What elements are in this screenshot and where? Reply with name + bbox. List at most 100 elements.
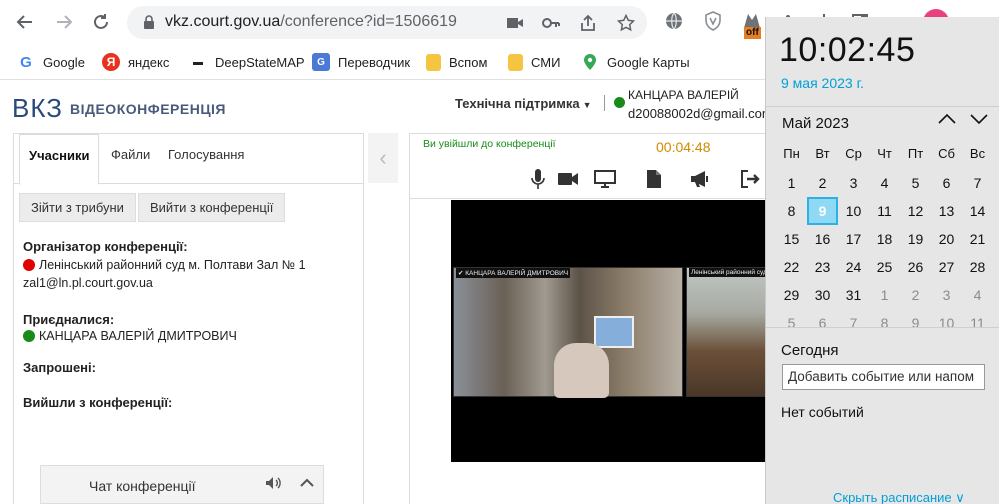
- joined-label: Приєдналися:: [23, 312, 115, 327]
- bookmark-label: Вспом: [449, 54, 488, 70]
- participants-panel: Учасники Файли Голосування Зійти з трибу…: [13, 133, 364, 504]
- calendar-day[interactable]: 14: [962, 197, 993, 225]
- calendar-day-next-month[interactable]: 1: [869, 281, 900, 309]
- calendar-day[interactable]: 8: [776, 197, 807, 225]
- calendar-day[interactable]: 17: [838, 225, 869, 253]
- calendar-day[interactable]: 4: [869, 169, 900, 197]
- user-email: d20088002d@gmail.com: [628, 106, 773, 121]
- calendar-day[interactable]: 18: [869, 225, 900, 253]
- microphone-icon[interactable]: [526, 167, 550, 191]
- calendar-day[interactable]: 22: [776, 253, 807, 281]
- bookmark-google[interactable]: G Google: [17, 52, 85, 72]
- megaphone-icon[interactable]: [688, 167, 712, 191]
- chevron-up-icon[interactable]: [938, 112, 956, 130]
- calendar-day[interactable]: 29: [776, 281, 807, 309]
- calendar-divider: [766, 106, 999, 107]
- tab-participants[interactable]: Учасники: [19, 134, 100, 185]
- calendar-month[interactable]: Май 2023: [782, 115, 849, 132]
- support-menu[interactable]: Технічна підтримка ▼: [455, 96, 592, 111]
- calendar-day[interactable]: 28: [962, 253, 993, 281]
- calendar-day-next-month[interactable]: 2: [900, 281, 931, 309]
- chevron-up-icon[interactable]: [300, 475, 314, 491]
- key-icon[interactable]: [541, 13, 561, 33]
- bookmark-deepstatemap[interactable]: ▬ DeepStateMAP: [189, 52, 305, 72]
- calendar-day[interactable]: 31: [838, 281, 869, 309]
- add-event-input[interactable]: Добавить событие или напом: [782, 364, 985, 390]
- share-icon[interactable]: [578, 13, 598, 33]
- calendar-day[interactable]: 24: [838, 253, 869, 281]
- calendar-day[interactable]: 1: [776, 169, 807, 197]
- participant-video-court[interactable]: Ленінський районний суд: [686, 267, 769, 397]
- address-bar[interactable]: vkz.court.gov.ua/conference?id=1506619: [127, 6, 647, 39]
- hide-schedule-link[interactable]: Скрыть расписание ∨: [833, 490, 965, 504]
- calendar-day[interactable]: 19: [900, 225, 931, 253]
- exit-icon[interactable]: [738, 167, 762, 191]
- bookmark-label: DeepStateMAP: [215, 54, 305, 70]
- reload-button[interactable]: [87, 8, 115, 36]
- clock-date[interactable]: 9 мая 2023 г.: [781, 75, 864, 91]
- calendar-day-next-month[interactable]: 8: [869, 309, 900, 337]
- video-stage[interactable]: ✔ КАНЦАРА ВАЛЕРІЙ ДМИТРОВИЧ Ленінський р…: [451, 200, 769, 462]
- user-name: КАНЦАРА ВАЛЕРІЙ: [628, 88, 739, 102]
- calendar-day-next-month[interactable]: 10: [931, 309, 962, 337]
- calendar-day[interactable]: 3: [838, 169, 869, 197]
- back-button[interactable]: [11, 8, 39, 36]
- site-logo[interactable]: ВКЗ: [12, 93, 63, 124]
- star-icon[interactable]: [616, 13, 636, 33]
- calendar-day[interactable]: 10: [838, 197, 869, 225]
- calendar-day-today[interactable]: 9: [807, 197, 838, 225]
- calendar-day[interactable]: 27: [931, 253, 962, 281]
- organizer-status-icon: [23, 259, 35, 271]
- bookmark-label: яндекс: [128, 54, 170, 70]
- invited-label: Запрошені:: [23, 360, 96, 375]
- organizer-email: zal1@ln.pl.court.gov.ua: [23, 276, 153, 290]
- calendar-day[interactable]: 26: [900, 253, 931, 281]
- calendar-day[interactable]: 7: [962, 169, 993, 197]
- bookmark-yandex[interactable]: Я яндекс: [102, 52, 169, 72]
- calendar-day[interactable]: 23: [807, 253, 838, 281]
- camera-icon[interactable]: [505, 13, 525, 33]
- calendar-day[interactable]: 12: [900, 197, 931, 225]
- calendar-day[interactable]: 5: [900, 169, 931, 197]
- calendar-day-next-month[interactable]: 4: [962, 281, 993, 309]
- calendar-day[interactable]: 20: [931, 225, 962, 253]
- calendar-day[interactable]: 11: [869, 197, 900, 225]
- calendar-day[interactable]: 16: [807, 225, 838, 253]
- video-camera-icon[interactable]: [556, 167, 580, 191]
- calendar-day-next-month[interactable]: 6: [807, 309, 838, 337]
- conference-chat-bar[interactable]: Чат конференції: [40, 465, 324, 504]
- calendar-grid: Пн Вт Ср Чт Пт Сб Вс 1 2 3 4 5 6 7 8 9 1…: [776, 141, 994, 337]
- calendar-day-next-month[interactable]: 7: [838, 309, 869, 337]
- calendar-day[interactable]: 21: [962, 225, 993, 253]
- calendar-day-next-month[interactable]: 9: [900, 309, 931, 337]
- calendar-day-next-month[interactable]: 11: [962, 309, 993, 337]
- bookmark-google-maps[interactable]: Google Карты: [581, 52, 690, 72]
- forward-button[interactable]: [50, 8, 78, 36]
- shield-icon[interactable]: [702, 10, 724, 32]
- chevron-down-icon[interactable]: [970, 112, 988, 130]
- speaker-icon[interactable]: [265, 476, 281, 493]
- tab-files[interactable]: Файли: [111, 147, 150, 162]
- collapse-panel-button[interactable]: ‹: [368, 133, 398, 183]
- calendar-divider: [766, 327, 999, 328]
- calendar-day[interactable]: 30: [807, 281, 838, 309]
- calendar-day[interactable]: 15: [776, 225, 807, 253]
- hide-schedule-label: Скрыть расписание: [833, 490, 952, 504]
- calendar-day[interactable]: 13: [931, 197, 962, 225]
- calendar-day[interactable]: 6: [931, 169, 962, 197]
- document-icon[interactable]: [642, 167, 666, 191]
- bookmark-translate[interactable]: G Переводчик: [312, 52, 410, 72]
- tab-voting[interactable]: Голосування: [168, 147, 244, 162]
- leave-conference-button[interactable]: Вийти з конференції: [138, 193, 286, 222]
- calendar-day[interactable]: 25: [869, 253, 900, 281]
- calendar-day[interactable]: 2: [807, 169, 838, 197]
- bookmark-folder-vspom[interactable]: Вспом: [426, 52, 487, 72]
- calendar-day-next-month[interactable]: 3: [931, 281, 962, 309]
- screen-share-icon[interactable]: [593, 167, 617, 191]
- bookmark-folder-smi[interactable]: СМИ: [508, 52, 560, 72]
- leave-tribune-button[interactable]: Зійти з трибуни: [19, 193, 136, 222]
- globe-icon[interactable]: [663, 10, 685, 32]
- yandex-icon: Я: [102, 53, 120, 71]
- calendar-day-next-month[interactable]: 5: [776, 309, 807, 337]
- participant-video-main[interactable]: ✔ КАНЦАРА ВАЛЕРІЙ ДМИТРОВИЧ: [453, 267, 683, 398]
